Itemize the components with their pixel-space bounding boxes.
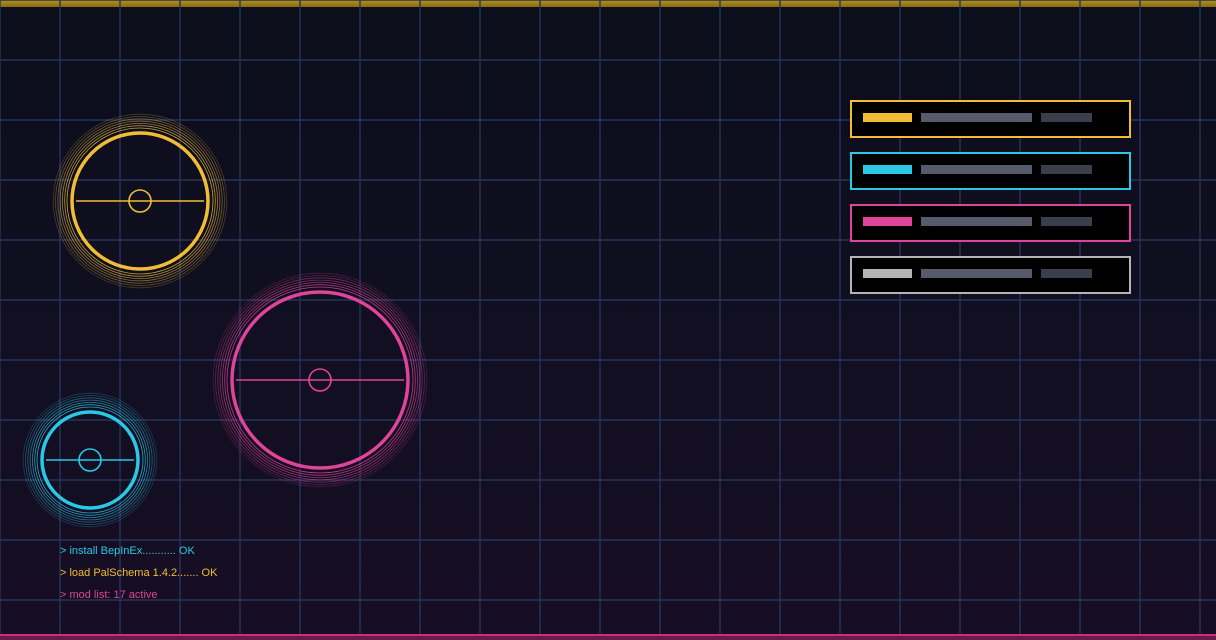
panel-title-placeholder (921, 165, 1032, 174)
panel-swatch (863, 165, 912, 174)
panel-swatch (863, 113, 912, 122)
bottom-accent-bar (0, 634, 1216, 640)
mod-panel-gold[interactable] (850, 100, 1131, 138)
mod-panel-silver[interactable] (850, 256, 1131, 294)
panel-title-placeholder (921, 269, 1032, 278)
console-log: > install BepInEx........... OK > load P… (60, 540, 217, 606)
pink-sphere-icon[interactable] (212, 272, 428, 488)
panel-title-placeholder (921, 217, 1032, 226)
console-line: > mod list: 17 active (60, 589, 158, 601)
gold-sphere-icon[interactable] (52, 113, 228, 289)
cyan-sphere-icon[interactable] (22, 392, 158, 528)
panel-meta-placeholder (1041, 217, 1092, 226)
panel-swatch (863, 217, 912, 226)
panel-meta-placeholder (1041, 165, 1092, 174)
mod-panel-pink[interactable] (850, 204, 1131, 242)
panel-meta-placeholder (1041, 269, 1092, 278)
panel-title-placeholder (921, 113, 1032, 122)
console-line: > load PalSchema 1.4.2....... OK (60, 567, 218, 579)
mod-panel-cyan[interactable] (850, 152, 1131, 190)
console-line: > install BepInEx........... OK (60, 545, 195, 557)
panel-meta-placeholder (1041, 113, 1092, 122)
panel-swatch (863, 269, 912, 278)
